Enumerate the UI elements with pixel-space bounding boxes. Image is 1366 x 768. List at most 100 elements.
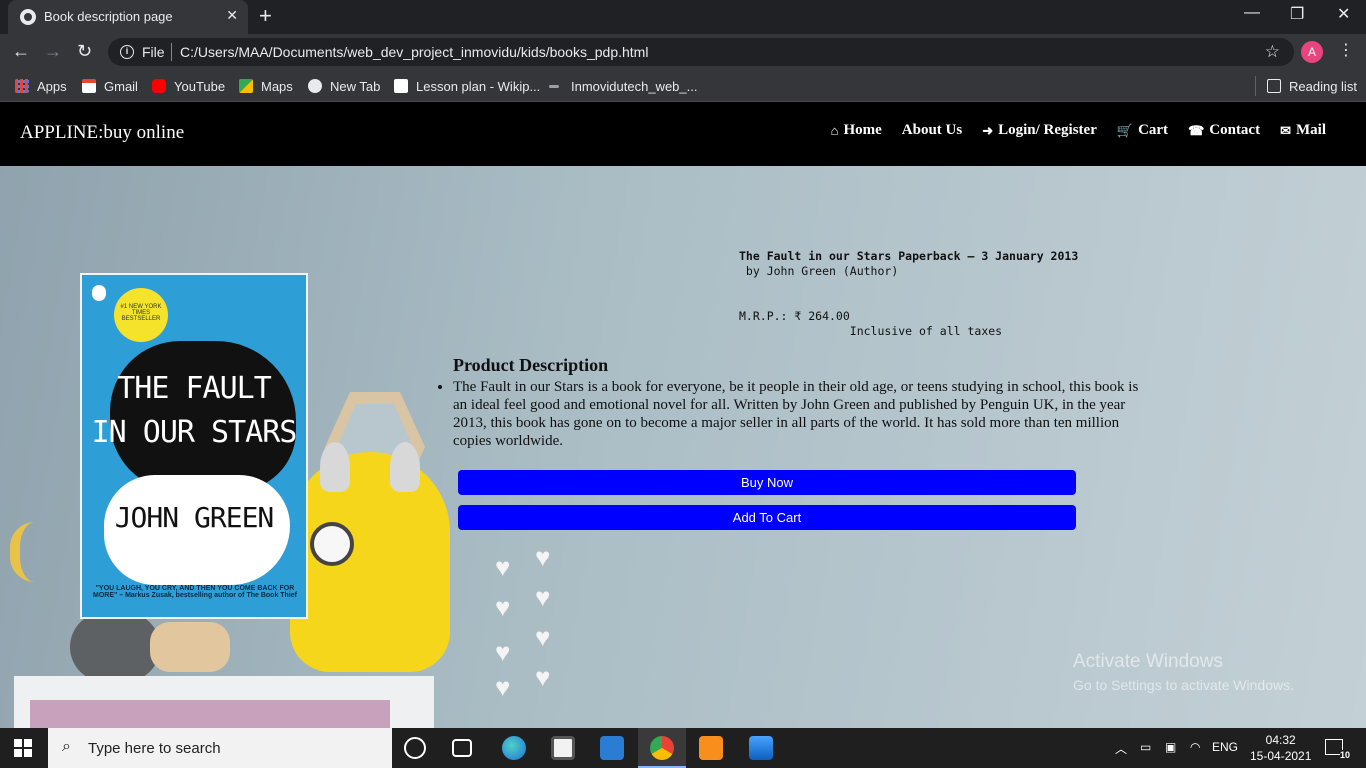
meet-now-icon[interactable]: ▣	[1165, 740, 1176, 754]
globe-icon	[308, 79, 322, 93]
menu-icon[interactable]: ⋮	[1338, 42, 1354, 60]
edge-icon[interactable]	[502, 736, 526, 760]
clock-date: 15-04-2021	[1250, 749, 1312, 763]
close-tab-icon[interactable]: ✕	[226, 7, 238, 24]
heart-icon: ♥	[495, 637, 511, 667]
bookmark-star-icon[interactable]: ☆	[1265, 42, 1280, 62]
windows-start-icon[interactable]	[14, 739, 32, 757]
desktop-app-icon[interactable]	[749, 736, 773, 760]
bookmarks-divider	[1255, 76, 1256, 96]
forward-arrow-icon[interactable]: →	[44, 41, 62, 62]
phone-icon: ☎	[1188, 122, 1205, 138]
reading-list-icon	[1267, 79, 1281, 93]
address-bar[interactable]: i File C:/Users/MAA/Documents/web_dev_pr…	[108, 38, 1294, 66]
product-info: The Fault in our Stars Paperback – 3 Jan…	[739, 249, 1078, 339]
product-tax-note: Inclusive of all taxes	[739, 324, 1003, 338]
system-clock[interactable]: 04:32 15-04-2021	[1250, 732, 1311, 764]
restore-icon[interactable]: ❐	[1290, 4, 1304, 24]
tab-book-description[interactable]: Book description page ✕	[8, 0, 248, 34]
reading-list-button[interactable]: Reading list	[1267, 77, 1357, 95]
taskbar-search-box[interactable]: ⌕ Type here to search	[48, 728, 392, 768]
page-icon	[549, 84, 559, 88]
store-icon[interactable]	[551, 736, 575, 760]
notification-count: 10	[1339, 750, 1350, 760]
back-arrow-icon[interactable]: ←	[12, 41, 30, 62]
nav-about-us[interactable]: About Us	[902, 122, 962, 139]
profile-avatar[interactable]: A	[1301, 41, 1323, 63]
scheme-label: File	[142, 44, 165, 60]
battery-icon[interactable]: ▭	[1140, 740, 1151, 754]
web-page: ♥ ♥ ♥ ♥ ♥ ♥ ♥ ♥ ♥ APPLINE:buy online ⌂Ho…	[0, 102, 1366, 728]
chrome-taskbar-button[interactable]	[638, 728, 686, 768]
product-mrp: M.R.P.: ₹ 264.00	[739, 309, 850, 323]
decorative-eye	[310, 522, 354, 566]
mail-app-icon[interactable]	[600, 736, 624, 760]
bookmark-maps[interactable]: Maps	[239, 77, 293, 95]
bookmark-new-tab[interactable]: New Tab	[308, 77, 380, 95]
cortana-icon[interactable]	[404, 737, 426, 759]
sublime-text-icon[interactable]	[699, 736, 723, 760]
nav-links: ⌂ Home About Us ➜ Login/ Register 🛒 Cart ☎ C…	[831, 122, 1326, 139]
heart-icon: ♥	[535, 542, 551, 572]
chevron-up-icon[interactable]: ︿	[1115, 740, 1127, 757]
nav-login-register[interactable]: ➜ Login/ Register	[982, 122, 1097, 139]
bookmark-apps[interactable]: Apps	[15, 77, 67, 95]
decorative-toy-monster	[290, 442, 450, 672]
bookmark-label: YouTube	[174, 78, 226, 94]
tab-title: Book description page	[44, 9, 173, 24]
heart-icon: ♥	[535, 582, 551, 612]
globe-icon	[20, 9, 36, 25]
cover-title-line1: THE FAULT	[117, 371, 272, 406]
buy-now-button[interactable]: Buy Now	[458, 470, 1076, 495]
decorative-horn	[390, 442, 420, 492]
heart-icon: ♥	[495, 592, 511, 622]
apps-grid-icon	[15, 79, 29, 93]
bookmark-gmail[interactable]: Gmail	[82, 77, 138, 95]
bookmark-label: Gmail	[104, 78, 138, 94]
product-byline: by John Green (Author)	[739, 264, 899, 278]
product-description: Product Description The Fault in our Sta…	[453, 355, 1143, 450]
tab-strip: Book description page ✕ + — ❐ ✕	[0, 0, 1366, 34]
product-title: The Fault in our Stars Paperback – 3 Jan…	[739, 249, 1079, 263]
home-icon: ⌂	[830, 122, 839, 138]
bookmark-label: Apps	[37, 78, 67, 94]
minimize-icon[interactable]: —	[1244, 4, 1260, 22]
omnibox-divider	[171, 43, 172, 61]
nav-contact[interactable]: ☎ Contact	[1188, 122, 1260, 139]
new-tab-button[interactable]: +	[259, 4, 272, 28]
wifi-icon[interactable]: ◠	[1190, 740, 1200, 754]
nav-home[interactable]: ⌂ Home	[831, 122, 882, 139]
bookmark-label: New Tab	[330, 78, 381, 94]
book-cover-image: #1 NEW YORK TIMES BESTSELLER THE FAULT I…	[80, 273, 308, 619]
task-view-icon[interactable]	[452, 739, 472, 757]
heart-icon: ♥	[495, 552, 511, 582]
add-to-cart-button[interactable]: Add To Cart	[458, 505, 1076, 530]
browser-toolbar: ← → ↻ i File C:/Users/MAA/Documents/web_…	[0, 34, 1366, 70]
bookmark-inmovidutech[interactable]: Inmovidutech_web_...	[549, 77, 697, 95]
site-brand[interactable]: APPLINE:buy online	[20, 122, 184, 144]
clock-time: 04:32	[1265, 733, 1296, 747]
activate-windows-watermark: Activate Windows Go to Settings to activ…	[1073, 651, 1294, 693]
language-indicator[interactable]: ENG	[1212, 740, 1238, 754]
heart-icon: ♥	[535, 622, 551, 652]
reading-list-label: Reading list	[1289, 78, 1357, 94]
bookmark-youtube[interactable]: YouTube	[152, 77, 225, 95]
chrome-icon	[650, 736, 674, 760]
description-item: The Fault in our Stars is a book for eve…	[453, 378, 1143, 450]
nav-mail[interactable]: ✉ Mail	[1280, 122, 1326, 139]
notifications-icon[interactable]: 10	[1325, 739, 1350, 760]
wikipedia-icon	[394, 79, 408, 93]
nav-cart[interactable]: 🛒 Cart	[1117, 122, 1168, 139]
watermark-subtitle: Go to Settings to activate Windows.	[1073, 677, 1294, 693]
nav-label: Mail	[1296, 122, 1326, 138]
site-info-icon[interactable]: i	[120, 45, 134, 59]
bookmark-lesson-plan[interactable]: Lesson plan - Wikip...	[394, 77, 540, 95]
youtube-icon	[152, 79, 166, 93]
close-window-icon[interactable]: ✕	[1337, 4, 1350, 24]
sign-in-icon: ➜	[982, 122, 994, 138]
url-text[interactable]: C:/Users/MAA/Documents/web_dev_project_i…	[180, 44, 648, 60]
bookmarks-bar: Apps Gmail YouTube Maps New Tab Lesson p…	[0, 70, 1366, 102]
bookmark-label: Lesson plan - Wikip...	[416, 78, 541, 94]
description-list: The Fault in our Stars is a book for eve…	[453, 378, 1143, 450]
reload-icon[interactable]: ↻	[77, 41, 92, 62]
